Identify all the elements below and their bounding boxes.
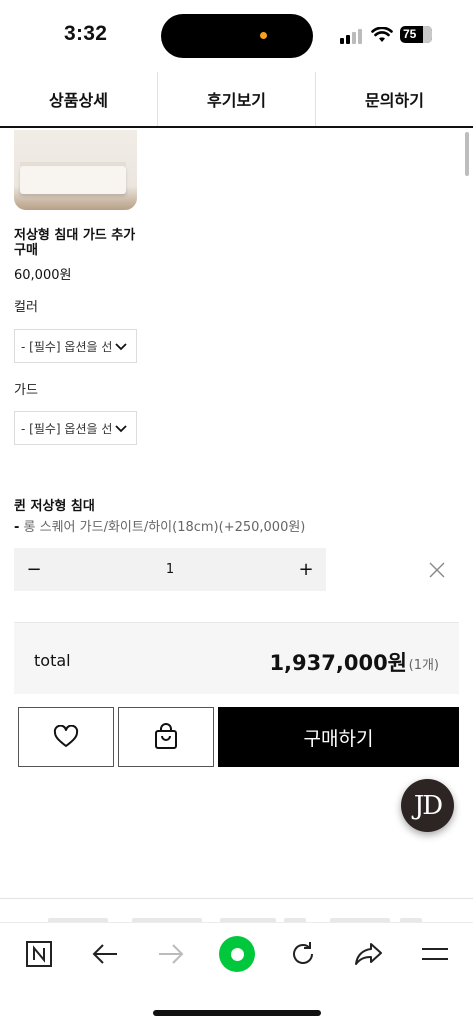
selected-item-option-text: 롱 스퀘어 가드/화이트/하이(18cm)(+250,000원) bbox=[23, 520, 306, 535]
product-thumbnail[interactable] bbox=[14, 130, 137, 210]
guard-select[interactable]: - [필수] 옵션을 선 bbox=[14, 411, 137, 445]
total-label: total bbox=[34, 651, 71, 670]
wishlist-button[interactable] bbox=[18, 707, 114, 767]
tab-product-detail[interactable]: 상품상세 bbox=[0, 72, 158, 126]
green-dot-icon[interactable] bbox=[219, 936, 255, 972]
total-summary: total 1,937,000원 (1개) bbox=[14, 622, 459, 694]
battery-level: 75 bbox=[403, 27, 417, 41]
increase-button[interactable]: + bbox=[286, 548, 326, 591]
naver-n-icon[interactable] bbox=[24, 939, 54, 969]
reload-icon[interactable] bbox=[288, 939, 318, 969]
indicator-dot bbox=[260, 32, 267, 39]
addon-product-price: 60,000원 bbox=[14, 268, 72, 283]
buy-now-button[interactable]: 구매하기 bbox=[218, 707, 459, 767]
tab-inquiry[interactable]: 문의하기 bbox=[316, 72, 473, 126]
forward-arrow-icon[interactable] bbox=[156, 939, 186, 969]
cart-button[interactable] bbox=[118, 707, 214, 767]
heart-icon bbox=[53, 725, 79, 747]
menu-icon[interactable] bbox=[420, 939, 450, 969]
guard-option-label: 가드 bbox=[14, 383, 38, 398]
status-time: 3:32 bbox=[64, 22, 108, 45]
scrollbar[interactable] bbox=[465, 132, 469, 176]
chevron-down-icon bbox=[115, 343, 127, 351]
selected-item-option: - 롱 스퀘어 가드/화이트/하이(18cm)(+250,000원) bbox=[14, 516, 305, 535]
tab-reviews[interactable]: 후기보기 bbox=[158, 72, 316, 126]
wifi-icon bbox=[371, 26, 393, 47]
selected-item-title: 퀸 저상형 침대 bbox=[14, 499, 95, 514]
product-tabs: 상품상세 후기보기 문의하기 bbox=[0, 72, 473, 128]
home-indicator bbox=[153, 1010, 321, 1016]
chevron-down-icon bbox=[115, 425, 127, 433]
guard-select-value: - [필수] 옵션을 선 bbox=[21, 421, 113, 436]
selected-item-prefix: - bbox=[14, 520, 20, 535]
signal-icon bbox=[340, 29, 362, 44]
dynamic-island bbox=[161, 14, 313, 58]
color-select[interactable]: - [필수] 옵션을 선 bbox=[14, 329, 137, 363]
back-arrow-icon[interactable] bbox=[90, 939, 120, 969]
addon-product-name[interactable]: 저상형 침대 가드 추가구매 bbox=[14, 228, 144, 258]
quantity-stepper: − 1 + bbox=[14, 548, 326, 591]
color-select-value: - [필수] 옵션을 선 bbox=[21, 339, 113, 354]
color-option-label: 컬러 bbox=[14, 300, 38, 315]
close-icon bbox=[429, 562, 445, 578]
status-bar: 3:32 75 bbox=[0, 0, 473, 72]
cart-icon bbox=[155, 723, 177, 749]
battery-icon: 75 bbox=[400, 26, 432, 43]
share-icon[interactable] bbox=[354, 939, 384, 969]
footer-peek bbox=[0, 898, 473, 922]
total-amount: 1,937,000원 bbox=[269, 651, 407, 675]
browser-toolbar bbox=[0, 922, 473, 1024]
total-count: (1개) bbox=[408, 658, 439, 673]
quantity-value[interactable]: 1 bbox=[54, 562, 286, 577]
chat-fab-button[interactable]: JD bbox=[401, 779, 454, 832]
decrease-button[interactable]: − bbox=[14, 548, 54, 591]
remove-item-button[interactable] bbox=[428, 561, 446, 583]
